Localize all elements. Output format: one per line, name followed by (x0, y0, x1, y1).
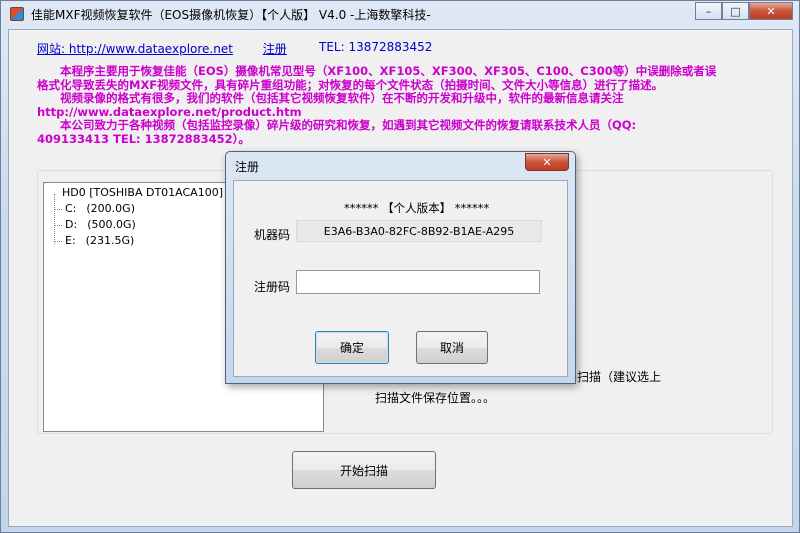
ok-button[interactable]: 确定 (315, 331, 389, 364)
reg-code-input[interactable] (296, 270, 540, 294)
tel-text: TEL: 13872883452 (319, 40, 433, 54)
desc-line: 409133413 TEL: 13872883452）。 (37, 131, 250, 146)
tree-item-hd0[interactable]: HD0 [TOSHIBA DT01ACA100] ( (62, 186, 231, 199)
dialog-body: ****** 【个人版本】 ****** 机器码 E3A6-B3A0-82FC-… (233, 180, 568, 377)
machine-code-label: 机器码 (254, 228, 291, 242)
description-text: 本程序主要用于恢复佳能（EOS）摄像机常见型号（XF100、XF105、XF30… (37, 64, 787, 146)
drive-size: (200.0G) (86, 202, 135, 215)
website-link[interactable]: 网站: http://www.dataexplore.net (37, 42, 233, 56)
register-dialog: 注册 ✕ ****** 【个人版本】 ****** 机器码 E3A6-B3A0-… (225, 151, 576, 384)
app-icon (10, 7, 24, 21)
dialog-close-button[interactable]: ✕ (525, 153, 569, 171)
drive-size: (231.5G) (85, 234, 135, 247)
drive-letter: D: (65, 218, 78, 231)
desc-line: 本公司致力于各种视频（包括监控录像）碎片级的研究和恢复，如遇到其它视频文件的恢复… (37, 118, 637, 132)
top-links: 网站: http://www.dataexplore.net 注册 TEL: 1… (37, 40, 432, 57)
drive-letter: E: (65, 234, 76, 247)
desc-line: 本程序主要用于恢复佳能（EOS）摄像机常见型号（XF100、XF105、XF30… (37, 64, 717, 78)
edition-label: ****** 【个人版本】 ****** (344, 201, 490, 215)
drive-letter: C: (65, 202, 77, 215)
tree-item-label: HD0 [TOSHIBA DT01ACA100] ( (62, 186, 231, 199)
window-title: 佳能MXF视频恢复软件（EOS摄像机恢复）【个人版】 V4.0 -上海数擎科技- (31, 8, 431, 22)
tree-item-e[interactable]: E: (231.5G) (54, 234, 134, 247)
tree-branch (54, 224, 62, 226)
desc-line: 格式化导致丢失的MXF视频文件，具有碎片重组功能；对恢复的每个文件状态（拍摄时间… (37, 77, 664, 92)
machine-code-value: E3A6-B3A0-82FC-8B92-B1AE-A295 (296, 220, 542, 242)
window-controls: – □ ✕ (695, 2, 793, 20)
dialog-title: 注册 (235, 160, 260, 174)
tree-branch (54, 240, 62, 242)
title-bar[interactable]: 佳能MXF视频恢复软件（EOS摄像机恢复）【个人版】 V4.0 -上海数擎科技-… (1, 1, 799, 27)
reg-code-label: 注册码 (254, 280, 291, 294)
scan-option-label: 扫描（建议选上 (577, 370, 662, 384)
tree-item-c[interactable]: C: (200.0G) (54, 202, 135, 215)
desc-line: http://www.dataexplore.net/product.htm (37, 104, 302, 119)
save-location-label: 扫描文件保存位置。。。 (375, 391, 496, 405)
desc-line: 视频录像的格式有很多，我们的软件（包括其它视频恢复软件）在不断的开发和升级中，软… (37, 91, 624, 105)
tree-item-d[interactable]: D: (500.0G) (54, 218, 136, 231)
cancel-button[interactable]: 取消 (416, 331, 488, 364)
main-window: 佳能MXF视频恢复软件（EOS摄像机恢复）【个人版】 V4.0 -上海数擎科技-… (0, 0, 800, 533)
minimize-button[interactable]: – (695, 2, 722, 20)
maximize-button[interactable]: □ (722, 2, 749, 20)
start-scan-button[interactable]: 开始扫描 (292, 451, 436, 489)
close-button[interactable]: ✕ (749, 2, 793, 20)
register-link[interactable]: 注册 (263, 42, 287, 56)
tree-branch (54, 208, 62, 210)
drive-size: (500.0G) (87, 218, 136, 231)
